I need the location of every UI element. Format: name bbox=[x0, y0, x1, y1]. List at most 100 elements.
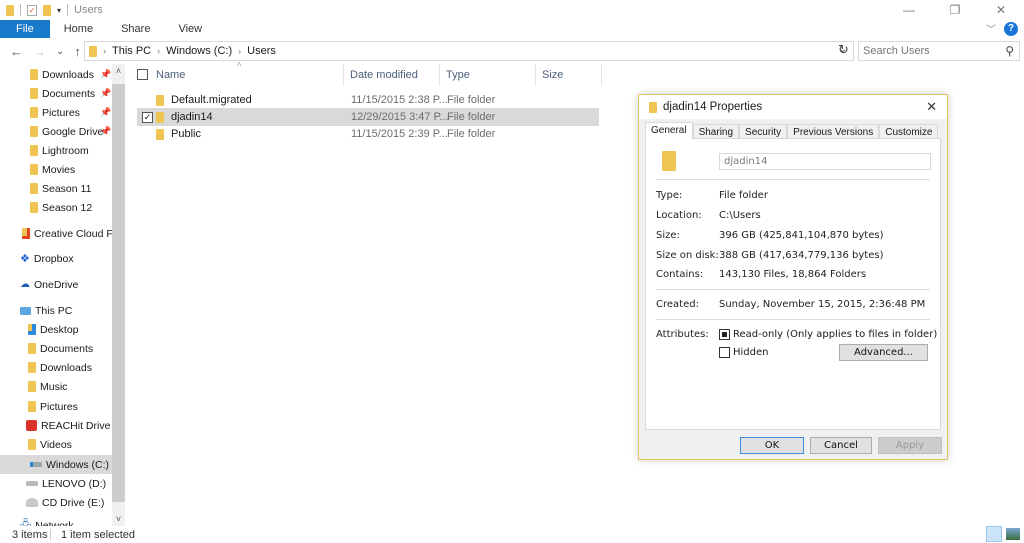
attributes-label: Attributes: bbox=[656, 329, 709, 340]
tab-home[interactable]: Home bbox=[50, 20, 107, 38]
file-name: Default.migrated bbox=[171, 94, 252, 106]
select-all-checkbox[interactable] bbox=[137, 69, 148, 80]
sidebar-item-desktop[interactable]: Desktop bbox=[28, 320, 79, 339]
scrollbar-thumb[interactable] bbox=[112, 84, 125, 502]
address-bar[interactable]: › This PC › Windows (C:) › Users ⌄ bbox=[84, 41, 854, 61]
documents-folder-icon bbox=[28, 343, 36, 354]
sidebar-item-network[interactable]: 🖧 Network bbox=[20, 516, 74, 526]
sidebar-item-dropbox[interactable]: ❖ Dropbox bbox=[20, 249, 74, 268]
window-title: Users bbox=[74, 4, 103, 16]
file-type: File folder bbox=[447, 111, 496, 123]
sidebar-item-google-drive[interactable]: Google Drive 📌 bbox=[30, 122, 111, 141]
sidebar-item-cd-drive-e[interactable]: CD Drive (E:) bbox=[26, 493, 104, 512]
file-row[interactable]: ✓ djadin14 12/29/2015 3:47 P... File fol… bbox=[137, 108, 599, 126]
sidebar-item-music[interactable]: Music bbox=[28, 377, 67, 396]
drive-icon bbox=[26, 481, 38, 486]
file-row[interactable]: Public 11/15/2015 2:39 P... File folder bbox=[137, 125, 599, 143]
expand-ribbon-icon[interactable]: ﹀ bbox=[986, 21, 996, 36]
size-value: 396 GB (425,841,104,870 bytes) bbox=[719, 230, 884, 241]
sidebar-item-documents[interactable]: Documents 📌 bbox=[30, 84, 111, 103]
minimize-button[interactable]: — bbox=[886, 0, 932, 20]
pin-icon: 📌 bbox=[100, 107, 112, 117]
readonly-checkbox[interactable]: Read-only (Only applies to files in fold… bbox=[719, 329, 937, 340]
advanced-button[interactable]: Advanced... bbox=[839, 344, 928, 361]
file-date: 11/15/2015 2:38 P... bbox=[351, 94, 448, 106]
size-on-disk-label: Size on disk: bbox=[656, 250, 719, 261]
dialog-title-bar[interactable]: djadin14 Properties ✕ bbox=[639, 95, 947, 119]
type-label: Type: bbox=[656, 190, 683, 201]
sidebar-item-creative-cloud[interactable]: Creative Cloud Files bbox=[22, 224, 112, 243]
sidebar-item-season-12[interactable]: Season 12 bbox=[30, 198, 92, 217]
column-name[interactable]: Name bbox=[156, 69, 185, 81]
recent-locations-button[interactable]: ⌄ bbox=[56, 46, 64, 57]
refresh-icon[interactable]: ↻ bbox=[838, 42, 849, 58]
sidebar-item-documents-pc[interactable]: Documents bbox=[28, 339, 93, 358]
folder-icon bbox=[156, 94, 164, 106]
details-view-icon[interactable] bbox=[986, 526, 1002, 542]
sidebar-item-pictures-pc[interactable]: Pictures bbox=[28, 397, 78, 416]
sidebar-item-windows-c[interactable]: Windows (C:) bbox=[0, 455, 112, 474]
sidebar-item-pictures[interactable]: Pictures 📌 bbox=[30, 103, 111, 122]
maximize-button[interactable]: ❐ bbox=[932, 0, 978, 20]
hidden-checkbox[interactable]: Hidden bbox=[719, 347, 768, 358]
forward-button[interactable]: → bbox=[33, 44, 46, 59]
sidebar-item-onedrive[interactable]: ☁ OneDrive bbox=[20, 275, 78, 294]
navigation-scrollbar[interactable]: ˄ ˅ bbox=[112, 64, 125, 526]
sidebar-item-reachit-drive[interactable]: REACHit Drive bbox=[26, 416, 110, 435]
row-checkbox[interactable]: ✓ bbox=[142, 111, 153, 123]
scroll-down-icon[interactable]: ˅ bbox=[112, 514, 125, 524]
sidebar-item-lightroom[interactable]: Lightroom bbox=[30, 141, 89, 160]
column-type[interactable]: Type bbox=[446, 69, 470, 81]
file-type: File folder bbox=[447, 94, 496, 106]
size-on-disk-value: 388 GB (417,634,779,136 bytes) bbox=[719, 250, 884, 261]
new-folder-icon[interactable] bbox=[43, 4, 51, 16]
up-button[interactable]: ↑ bbox=[74, 44, 81, 59]
sidebar-item-downloads-pc[interactable]: Downloads bbox=[28, 358, 92, 377]
file-name: Public bbox=[171, 128, 201, 140]
location-value: C:\Users bbox=[719, 210, 761, 221]
search-box[interactable]: ⚲ bbox=[858, 41, 1020, 61]
cancel-button[interactable]: Cancel bbox=[810, 437, 872, 454]
folder-name-field[interactable]: djadin14 bbox=[719, 153, 931, 170]
sidebar-item-downloads[interactable]: Downloads 📌 bbox=[30, 65, 111, 84]
column-divider[interactable] bbox=[601, 64, 602, 86]
tab-general[interactable]: General bbox=[645, 122, 693, 140]
search-input[interactable] bbox=[863, 45, 1003, 57]
status-bar: 3 items 1 item selected bbox=[0, 526, 1024, 543]
tab-view[interactable]: View bbox=[164, 20, 216, 38]
column-size[interactable]: Size bbox=[542, 69, 563, 81]
column-date-modified[interactable]: Date modified bbox=[350, 69, 418, 81]
breadcrumb-this-pc[interactable]: This PC bbox=[112, 45, 151, 57]
address-row: ← → ⌄ ↑ › This PC › Windows (C:) › Users… bbox=[0, 40, 1024, 62]
help-icon[interactable]: ? bbox=[1004, 21, 1018, 36]
pin-icon: 📌 bbox=[100, 88, 112, 98]
apply-button[interactable]: Apply bbox=[878, 437, 942, 454]
folder-icon bbox=[156, 111, 164, 123]
quick-access-toolbar: ✓ ▾ Users bbox=[0, 4, 103, 16]
ok-button[interactable]: OK bbox=[740, 437, 804, 454]
file-row[interactable]: Default.migrated 11/15/2015 2:38 P... Fi… bbox=[137, 91, 599, 109]
breadcrumb-users[interactable]: Users bbox=[247, 45, 276, 57]
large-icons-view-icon[interactable] bbox=[1006, 528, 1020, 540]
scroll-up-icon[interactable]: ˄ bbox=[112, 66, 125, 76]
back-button[interactable]: ← bbox=[10, 44, 23, 59]
properties-icon[interactable]: ✓ bbox=[27, 4, 37, 16]
navigation-pane: Downloads 📌 Documents 📌 Pictures 📌 Google D… bbox=[0, 64, 112, 526]
created-value: Sunday, November 15, 2015, 2:36:48 PM bbox=[719, 299, 926, 310]
sidebar-item-lenovo-d[interactable]: LENOVO (D:) bbox=[26, 474, 106, 493]
customize-toolbar-icon[interactable]: ▾ bbox=[57, 6, 61, 15]
tab-share[interactable]: Share bbox=[107, 20, 164, 38]
column-divider[interactable] bbox=[439, 64, 440, 86]
column-divider[interactable] bbox=[535, 64, 536, 86]
sidebar-item-videos[interactable]: Videos bbox=[28, 435, 72, 454]
close-button[interactable]: ✕ bbox=[978, 0, 1024, 20]
google-drive-folder-icon bbox=[30, 126, 38, 137]
search-icon[interactable]: ⚲ bbox=[1005, 44, 1014, 58]
sidebar-item-season-11[interactable]: Season 11 bbox=[30, 179, 91, 198]
sidebar-item-this-pc[interactable]: This PC bbox=[20, 301, 72, 320]
dialog-close-icon[interactable]: ✕ bbox=[926, 99, 937, 115]
breadcrumb-windows-c[interactable]: Windows (C:) bbox=[166, 45, 232, 57]
sidebar-item-movies[interactable]: Movies bbox=[30, 160, 75, 179]
tab-file[interactable]: File bbox=[0, 20, 50, 38]
column-divider[interactable] bbox=[343, 64, 344, 86]
